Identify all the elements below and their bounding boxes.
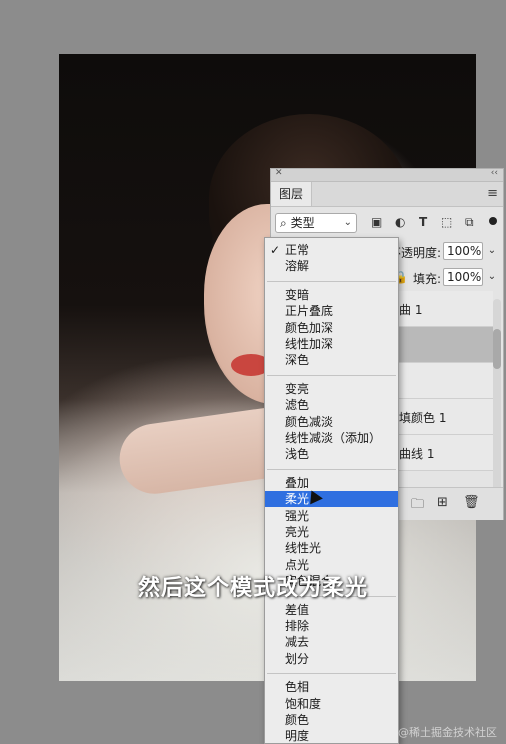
layer-name: 曲 1 bbox=[399, 303, 423, 317]
collapse-icon[interactable]: ‹‹ bbox=[491, 168, 498, 178]
blend-mode-item[interactable]: ✓ 正常 bbox=[265, 242, 398, 258]
chevron-down-icon: ⌄ bbox=[343, 217, 352, 228]
blend-mode-label: 亮光 bbox=[285, 525, 310, 539]
blend-mode-item[interactable]: 变亮 bbox=[265, 381, 398, 397]
blend-mode-item[interactable]: 强光 bbox=[265, 508, 398, 524]
blend-mode-item[interactable]: 叠加 bbox=[265, 475, 398, 491]
blend-mode-item[interactable]: 深色 bbox=[265, 352, 398, 368]
blend-mode-label: 线性减淡（添加） bbox=[285, 431, 382, 445]
blend-mode-item[interactable]: 减去 bbox=[265, 634, 398, 650]
layers-scrollbar[interactable] bbox=[493, 299, 501, 497]
blend-mode-item[interactable]: 线性减淡（添加） bbox=[265, 430, 398, 446]
checkmark-icon: ✓ bbox=[270, 243, 281, 257]
blend-mode-label: 正片叠底 bbox=[285, 304, 334, 319]
panel-tabs: 图层 ≡ bbox=[271, 182, 503, 207]
blend-mode-label: 排除 bbox=[285, 619, 310, 633]
blend-mode-item[interactable]: 颜色加深 bbox=[265, 320, 398, 336]
blend-mode-item[interactable]: 颜色减淡 bbox=[265, 414, 398, 430]
menu-separator bbox=[267, 468, 396, 470]
blend-mode-item[interactable]: 线性加深 bbox=[265, 336, 398, 352]
watermark: @稀土掘金技术社区 bbox=[398, 726, 497, 739]
blend-mode-item[interactable]: 划分 bbox=[265, 651, 398, 667]
blend-mode-label: 明度 bbox=[285, 729, 310, 744]
shape-filter-icon[interactable]: ⬚ bbox=[441, 215, 452, 229]
tab-layers[interactable]: 图层 bbox=[271, 182, 312, 206]
scrollbar-thumb[interactable] bbox=[493, 329, 501, 369]
kind-filter-select[interactable]: ⌕ 类型 ⌄ bbox=[275, 213, 357, 233]
blend-mode-label: 色相 bbox=[285, 680, 310, 695]
blend-mode-item[interactable]: 浅色 bbox=[265, 446, 398, 462]
menu-separator bbox=[267, 280, 396, 282]
fill-input[interactable]: 100% bbox=[443, 268, 483, 286]
fill-dropdown-icon[interactable]: ⌄ bbox=[485, 268, 499, 286]
menu-separator bbox=[267, 374, 396, 376]
layer-name: 曲线 1 bbox=[399, 447, 435, 461]
image-filter-icon[interactable]: ▣ bbox=[371, 215, 382, 229]
blend-mode-label: 线性光 bbox=[285, 541, 322, 556]
blend-mode-label: 变亮 bbox=[285, 381, 310, 396]
blend-mode-item[interactable]: 正片叠底 bbox=[265, 303, 398, 319]
filter-row: ⌕ 类型 ⌄ ▣ ◐ T ⬚ ⧉ bbox=[271, 207, 503, 239]
blend-mode-label: 深色 bbox=[285, 353, 310, 368]
blend-mode-item[interactable]: 明度 bbox=[265, 728, 398, 744]
blend-mode-label: 叠加 bbox=[285, 475, 310, 490]
blend-mode-label: 正常 bbox=[285, 243, 310, 257]
panel-menu-icon[interactable]: ≡ bbox=[487, 186, 498, 201]
new-group-icon[interactable]: 🗀 bbox=[411, 495, 424, 517]
blend-mode-label: 强光 bbox=[285, 508, 310, 523]
blend-mode-item[interactable]: 亮光 bbox=[265, 524, 398, 540]
fill-label: 填充: bbox=[413, 272, 442, 286]
text-filter-icon[interactable]: T bbox=[419, 215, 427, 229]
blend-mode-label: 浅色 bbox=[285, 447, 310, 462]
blend-mode-label: 差值 bbox=[285, 602, 310, 617]
blend-mode-label: 溶解 bbox=[285, 259, 310, 274]
panel-topbar: ✕ ‹‹ bbox=[271, 168, 503, 182]
blend-mode-label: 划分 bbox=[285, 651, 310, 666]
close-icon[interactable]: ✕ bbox=[275, 168, 283, 178]
blend-mode-item[interactable]: 滤色 bbox=[265, 397, 398, 413]
blend-mode-item[interactable]: 线性光 bbox=[265, 540, 398, 556]
video-subtitle: 然后这个模式改为柔光 bbox=[137, 576, 368, 601]
blend-mode-item[interactable]: 色相 bbox=[265, 679, 398, 695]
menu-separator bbox=[267, 673, 396, 675]
opacity-input[interactable]: 100% bbox=[443, 242, 483, 260]
delete-layer-icon[interactable]: 🗑 bbox=[463, 495, 480, 510]
blend-mode-item[interactable]: 柔光 bbox=[265, 491, 398, 508]
blend-mode-menu: ✓ 正常溶解变暗正片叠底 颜色加深线性加深深色变亮滤色 颜色减淡线性减淡（添加） 浅色叠… bbox=[264, 237, 399, 744]
blend-mode-item[interactable]: 差值 bbox=[265, 602, 398, 618]
opacity-dropdown-icon[interactable]: ⌄ bbox=[485, 242, 499, 260]
blend-mode-label: 颜色加深 bbox=[285, 320, 334, 335]
blend-mode-label: 颜色 bbox=[285, 713, 310, 727]
blend-mode-item[interactable]: 溶解 bbox=[265, 258, 398, 274]
blend-mode-item[interactable]: 变暗 bbox=[265, 287, 398, 303]
kind-filter-label: 类型 bbox=[290, 216, 315, 230]
layer-name: 填颜色 1 bbox=[399, 411, 447, 425]
blend-mode-label: 线性加深 bbox=[285, 337, 334, 351]
smart-object-filter-icon[interactable]: ⧉ bbox=[465, 215, 474, 230]
new-layer-icon[interactable]: ⊞ bbox=[437, 495, 448, 510]
blend-mode-item[interactable]: 排除 bbox=[265, 618, 398, 634]
blend-mode-label: 减去 bbox=[285, 635, 310, 650]
blend-mode-label: 变暗 bbox=[285, 287, 310, 302]
blend-mode-item[interactable]: 饱和度 bbox=[265, 696, 398, 712]
filter-toggle[interactable] bbox=[489, 217, 497, 225]
blend-mode-label: 饱和度 bbox=[285, 696, 322, 711]
blend-mode-label: 颜色减淡 bbox=[285, 414, 334, 429]
blend-mode-item[interactable]: 颜色 bbox=[265, 712, 398, 728]
search-icon: ⌕ bbox=[280, 216, 287, 230]
blend-mode-label: 滤色 bbox=[285, 398, 310, 413]
adjustment-filter-icon[interactable]: ◐ bbox=[395, 215, 405, 229]
